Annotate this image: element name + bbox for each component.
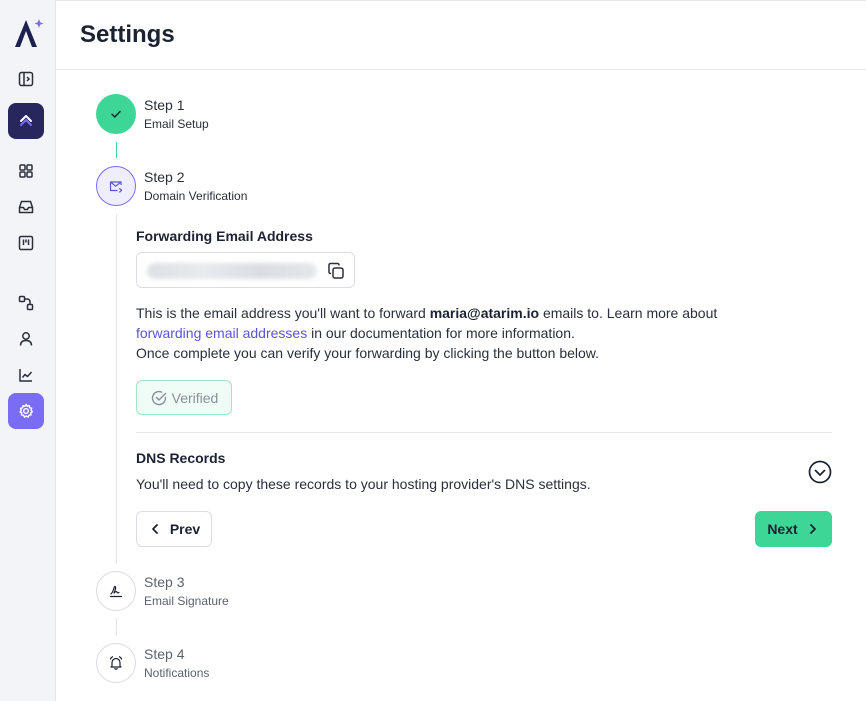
step-connector xyxy=(116,142,117,158)
step-3-title[interactable]: Step 3 xyxy=(144,574,184,590)
step-3-subtitle: Email Signature xyxy=(144,594,229,608)
step-1-title[interactable]: Step 1 xyxy=(144,97,184,113)
step-4-subtitle: Notifications xyxy=(144,666,210,680)
forwarding-description-line-3: Once complete you can verify your forwar… xyxy=(136,345,600,361)
sidebar-item-grid[interactable] xyxy=(8,153,44,189)
chevron-down-icon[interactable] xyxy=(808,460,832,484)
step-connector xyxy=(116,618,117,636)
sidebar-toggle-button[interactable] xyxy=(8,61,44,97)
prev-button[interactable]: Prev xyxy=(136,511,212,547)
chart-line-icon xyxy=(19,369,33,382)
step-1-indicator[interactable] xyxy=(96,94,136,134)
step-2-indicator[interactable] xyxy=(96,166,136,206)
kanban-icon xyxy=(18,235,34,251)
forwarding-description: This is the email address you'll want to… xyxy=(136,303,717,323)
check-circle-icon xyxy=(151,390,166,405)
next-label: Next xyxy=(767,521,798,537)
step-4-title[interactable]: Step 4 xyxy=(144,646,184,662)
copy-icon[interactable] xyxy=(326,261,346,281)
mail-icon xyxy=(109,181,123,193)
dns-records-label: DNS Records xyxy=(136,450,226,466)
description-text: This is the email address you'll want to… xyxy=(136,305,430,321)
sidebar-item-inbox[interactable] xyxy=(8,189,44,225)
grid-icon xyxy=(19,164,33,178)
description-text: in our documentation for more informatio… xyxy=(307,325,575,341)
inbox-icon xyxy=(18,200,34,214)
sidebar-item-users[interactable] xyxy=(8,321,44,357)
gear-icon xyxy=(19,403,34,418)
step-2-subtitle: Domain Verification xyxy=(144,189,248,203)
sidebar-item-board[interactable] xyxy=(8,225,44,261)
forwarding-description-line-2: forwarding email addresses in our docume… xyxy=(136,323,575,343)
atarim-logo[interactable] xyxy=(12,16,46,50)
dns-records-description: You'll need to copy these records to you… xyxy=(136,476,591,492)
verified-label: Verified xyxy=(171,389,219,406)
sidebar-item-dashboard[interactable] xyxy=(8,103,44,139)
next-button[interactable]: Next xyxy=(755,511,832,547)
workflow-icon xyxy=(18,295,34,311)
description-text: emails to. Learn more about xyxy=(539,305,718,321)
sidebar-toggle-icon xyxy=(18,71,34,87)
forwarding-email-label: Forwarding Email Address xyxy=(136,228,313,244)
sidebar-item-analytics[interactable] xyxy=(8,357,44,393)
page-title: Settings xyxy=(80,21,175,48)
sidebar-item-workflows[interactable] xyxy=(8,285,44,321)
email-redacted xyxy=(147,263,317,279)
check-icon xyxy=(111,110,121,118)
bell-icon xyxy=(109,656,123,670)
step-2-title[interactable]: Step 2 xyxy=(144,169,184,185)
prev-label: Prev xyxy=(169,521,201,537)
chevrons-up-icon xyxy=(20,115,32,126)
sidebar-item-settings[interactable] xyxy=(8,393,44,429)
forwarding-docs-link[interactable]: forwarding email addresses xyxy=(136,325,307,341)
chevron-left-icon xyxy=(151,524,158,534)
forwarding-email-field[interactable] xyxy=(136,252,355,288)
user-icon xyxy=(19,332,33,346)
step-4-indicator[interactable] xyxy=(96,643,136,683)
divider xyxy=(136,432,832,433)
chevron-right-icon xyxy=(809,524,816,534)
page-header: Settings xyxy=(56,0,866,70)
step-3-indicator[interactable] xyxy=(96,571,136,611)
signature-icon xyxy=(109,585,123,598)
step-connector xyxy=(116,214,117,564)
verified-button[interactable]: Verified xyxy=(136,380,232,415)
description-email: maria@atarim.io xyxy=(429,305,540,321)
step-1-subtitle: Email Setup xyxy=(144,117,209,131)
sidebar xyxy=(0,0,56,701)
